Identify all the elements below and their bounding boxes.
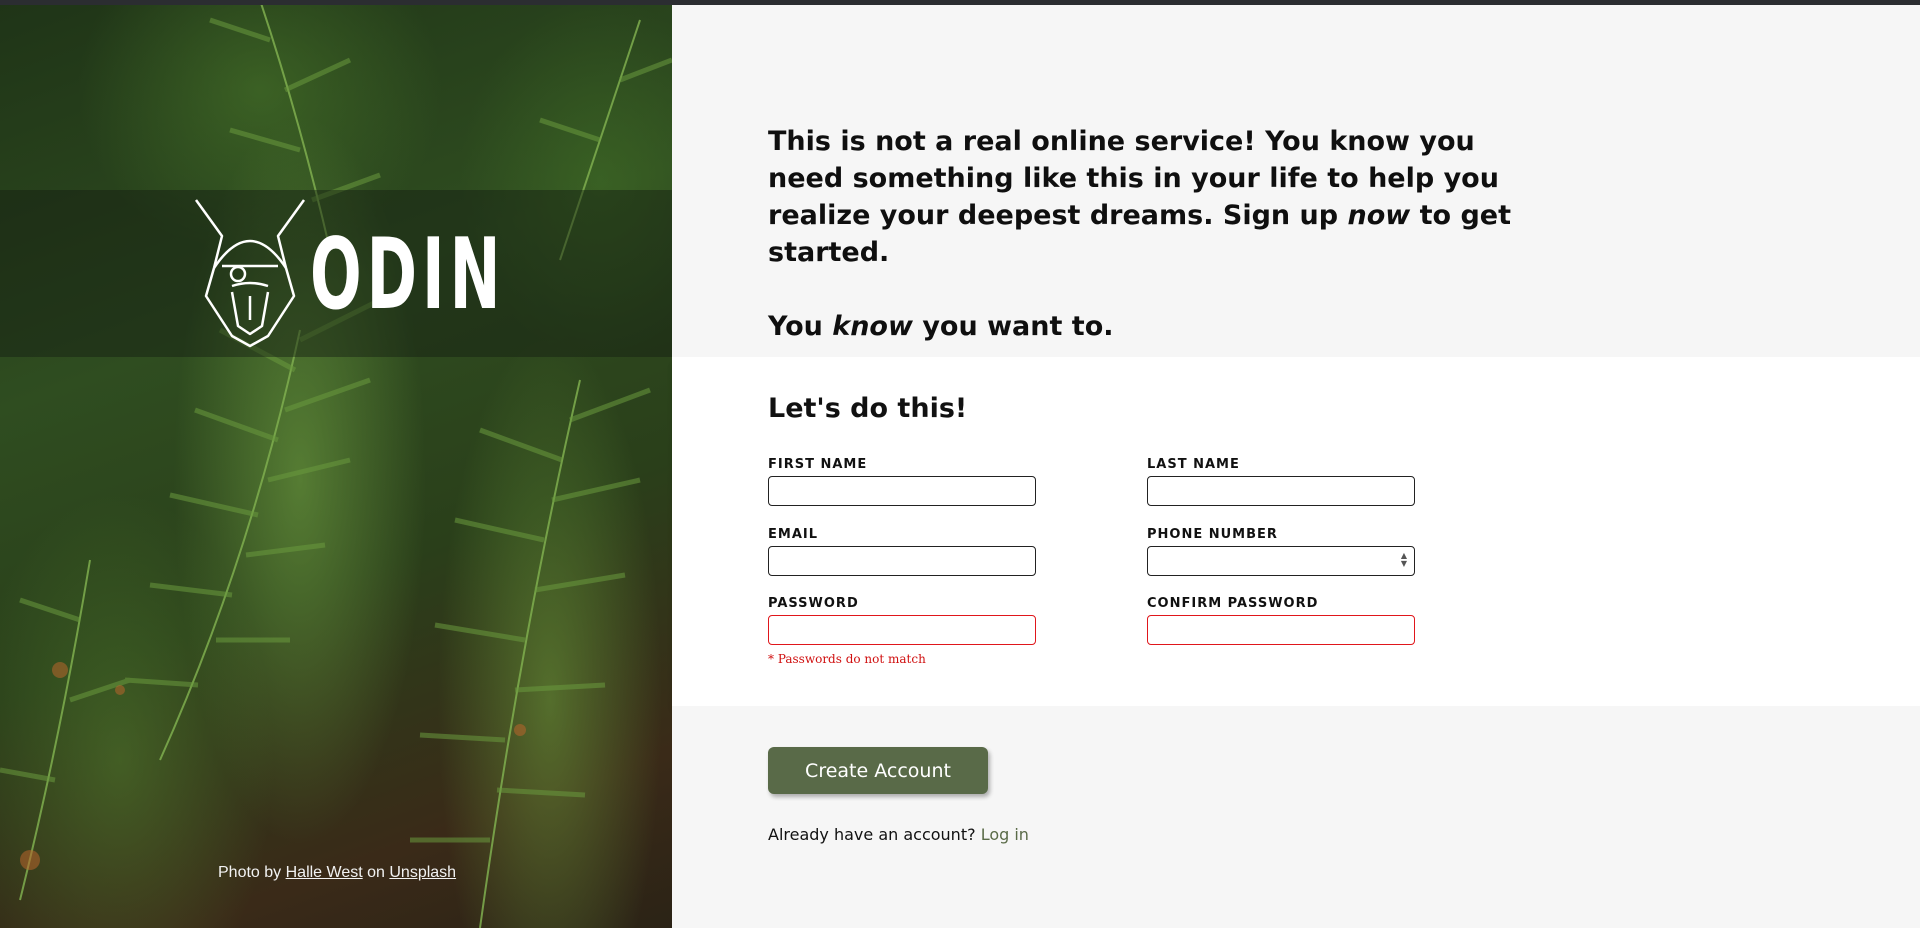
form-title: Let's do this! — [768, 393, 968, 424]
intro-paragraph: This is not a real online service! You k… — [768, 126, 1512, 268]
first-name-group: FIRST NAME — [768, 457, 1036, 506]
intro-text: This is not a real online service! You k… — [768, 123, 1528, 345]
top-border — [0, 0, 1920, 5]
intro-section: This is not a real online service! You k… — [672, 5, 1920, 357]
intro-tagline: You know you want to. — [768, 311, 1114, 342]
logo-wordmark: ODIN — [310, 218, 506, 332]
login-prompt: Already have an account? Log in — [768, 825, 1029, 844]
first-name-input[interactable] — [768, 476, 1036, 506]
confirm-password-input[interactable] — [1147, 615, 1415, 645]
email-group: EMAIL — [768, 527, 1036, 576]
phone-input[interactable] — [1147, 546, 1415, 576]
password-input[interactable] — [768, 615, 1036, 645]
unsplash-link[interactable]: Unsplash — [389, 864, 456, 881]
last-name-label: LAST NAME — [1147, 457, 1240, 472]
email-label: EMAIL — [768, 527, 818, 542]
fern-background-image — [0, 0, 672, 928]
signup-form-section: Let's do this! FIRST NAME LAST NAME EMAI… — [672, 357, 1920, 706]
confirm-password-label: CONFIRM PASSWORD — [1147, 596, 1319, 611]
password-error-message: * Passwords do not match — [768, 652, 926, 666]
phone-group: PHONE NUMBER ▲ ▼ — [1147, 527, 1415, 576]
credit-middle: on — [367, 864, 385, 881]
create-account-button[interactable]: Create Account — [768, 747, 988, 794]
password-label: PASSWORD — [768, 596, 859, 611]
photo-credit: Photo by Halle West on Unsplash — [218, 864, 456, 882]
confirm-password-group: CONFIRM PASSWORD — [1147, 596, 1415, 645]
hero-panel: ODIN Photo by Halle West on Unsplash — [0, 0, 672, 928]
photographer-link[interactable]: Halle West — [286, 864, 363, 881]
number-stepper-icon[interactable]: ▲ ▼ — [1399, 550, 1409, 570]
first-name-label: FIRST NAME — [768, 457, 868, 472]
last-name-group: LAST NAME — [1147, 457, 1415, 506]
phone-label: PHONE NUMBER — [1147, 527, 1278, 542]
login-prompt-text: Already have an account? — [768, 825, 976, 844]
password-group: PASSWORD — [768, 596, 1036, 645]
actions-section: Create Account Already have an account? … — [672, 706, 1920, 928]
login-link[interactable]: Log in — [981, 825, 1029, 844]
credit-prefix: Photo by — [218, 864, 282, 881]
email-input[interactable] — [768, 546, 1036, 576]
last-name-input[interactable] — [1147, 476, 1415, 506]
